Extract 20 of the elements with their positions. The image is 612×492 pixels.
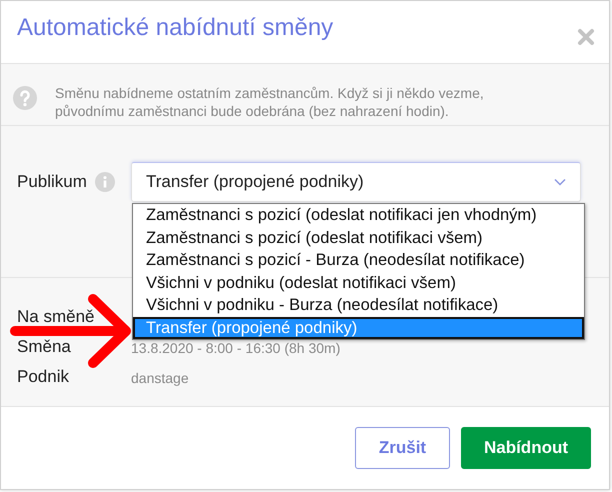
detail-value: danstage <box>131 370 189 386</box>
help-icon <box>13 86 37 110</box>
dropdown-option[interactable]: Zaměstnanci s pozicí (odeslat notifikaci všem) <box>133 226 584 249</box>
close-icon[interactable] <box>577 28 595 46</box>
offer-button[interactable]: Nabídnout <box>461 427 591 469</box>
dropdown-option[interactable]: Zaměstnanci s pozicí (odeslat notifikaci jen vhodným) <box>133 204 584 226</box>
select-field[interactable]: Transfer (propojené podniky) <box>131 162 581 202</box>
cancel-button[interactable]: Zrušit <box>355 427 450 469</box>
dropdown-option[interactable]: Všichni v podniku (odeslat notifikaci všem) <box>133 272 584 294</box>
caret-icon <box>554 178 566 186</box>
dialog-title: Automatické nabídnutí směny <box>17 14 334 42</box>
field-label: Publikum <box>17 172 87 192</box>
detail-label: Podnik <box>17 366 70 386</box>
info-icon <box>94 172 115 192</box>
detail-label: Směna <box>17 336 72 356</box>
info-text: Směnu nabídneme ostatním zaměstnancům. Když si ji někdo vezme, původnímu zaměstnanci bude odebrána (bez nahrazení hodin). <box>55 84 485 120</box>
detail-label: Na směně <box>17 306 96 326</box>
dropdown-option[interactable]: Všichni v podniku - Burza (neodesílat notifikace) <box>133 294 584 316</box>
detail-value: 13.8.2020 - 8:00 - 16:30 (8h 30m) <box>131 340 340 356</box>
dropdown-option[interactable]: Zaměstnanci s pozicí - Burza (neodesílat notifikace) <box>133 249 584 272</box>
